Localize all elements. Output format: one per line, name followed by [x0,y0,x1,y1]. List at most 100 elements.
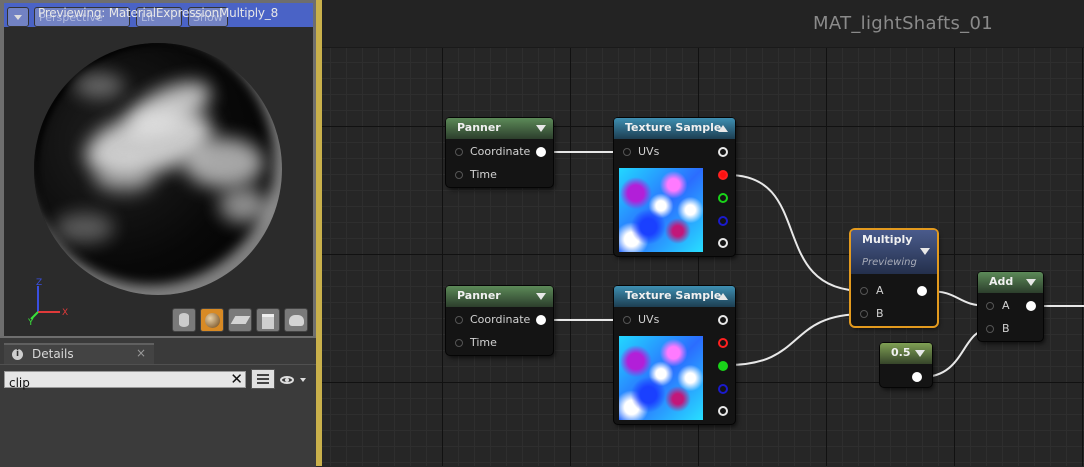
panner-node-header: Panner [446,286,553,307]
cylinder-preview-button[interactable] [172,308,196,332]
panner-node-header: Panner [446,118,553,139]
viewport-title-bar: Perspective Lit Show Previewing: Materia… [4,3,313,27]
pin-label: B [876,307,884,320]
output-pin[interactable] [536,315,546,325]
time-input-pin[interactable] [455,339,463,347]
cylinder-icon [179,313,189,327]
red-output-pin[interactable] [718,170,728,180]
wire-tex1-red-to-multiply-a [727,174,865,292]
constant-value: 0.5 [891,346,911,359]
constant-node-header: 0.5 [880,343,932,364]
rgb-output-pin[interactable] [718,315,728,325]
output-pin[interactable] [912,372,922,382]
preview-sphere [34,43,282,295]
a-input-pin[interactable] [860,287,868,295]
material-graph-canvas[interactable]: MAT_lightShafts_01 Panner Coordinate Tim… [316,0,1084,466]
b-input-pin[interactable] [986,325,994,333]
collapse-arrow-icon[interactable] [915,350,925,357]
details-body: ✕ [0,364,316,467]
a-input-pin[interactable] [986,302,994,310]
sphere-icon [205,313,220,328]
list-view-icon [257,374,269,384]
green-output-pin[interactable] [718,361,728,371]
blue-output-pin[interactable] [718,216,728,226]
view-options-button[interactable] [280,369,310,389]
red-output-pin[interactable] [718,338,728,348]
uvs-input-pin[interactable] [623,148,631,156]
pin-label: A [1002,299,1010,312]
panner-node-1[interactable]: Panner Coordinate Time [446,118,553,187]
texture-thumbnail [619,168,703,252]
uvs-input-pin[interactable] [623,316,631,324]
collapse-arrow-icon[interactable] [920,248,930,255]
texture-sample-node-2[interactable]: Texture Sample UVs [614,286,735,424]
details-tab-label: Details [32,347,74,361]
previewing-label: Previewing [862,257,917,268]
preview-viewport[interactable]: Perspective Lit Show Previewing: Materia… [0,0,316,338]
panner-node-2[interactable]: Panner Coordinate Time [446,286,553,355]
multiply-node[interactable]: Multiply Previewing A B [851,230,937,326]
viewport-canvas[interactable]: Perspective Lit Show Previewing: Materia… [4,3,313,336]
wire-tex2-green-to-multiply-b [727,313,865,366]
list-view-button[interactable] [251,369,275,389]
output-pin[interactable] [1026,301,1036,311]
plane-preview-button[interactable] [228,308,252,332]
details-search-input[interactable] [5,375,233,391]
viewport-title: Previewing: MaterialExpressionMultiply_8 [38,6,279,20]
alpha-output-pin[interactable] [718,238,728,248]
time-input-pin[interactable] [455,171,463,179]
coordinate-input-pin[interactable] [455,148,463,156]
pin-label: A [876,284,884,297]
axis-label-x: X [62,308,68,318]
collapse-arrow-icon[interactable] [1026,279,1036,286]
node-title: Panner [457,289,501,302]
green-output-pin[interactable] [718,193,728,203]
clear-search-button[interactable]: ✕ [230,370,243,388]
collapse-arrow-icon[interactable] [718,125,728,132]
cube-icon [262,314,274,329]
texture-sample-node-1[interactable]: Texture Sample UVs [614,118,735,256]
sphere-preview-button[interactable] [200,308,224,332]
constant-node[interactable]: 0.5 [880,343,932,387]
add-node[interactable]: Add A B [978,272,1043,341]
add-node-header: Add [978,272,1043,293]
texture-sample-node-header: Texture Sample [614,286,735,307]
node-title: Texture Sample [625,121,722,134]
plane-icon [230,316,251,324]
details-search-box: ✕ [4,370,246,391]
pin-label: Time [470,336,497,349]
node-title: Multiply [862,233,913,246]
texture-sample-node-header: Texture Sample [614,118,735,139]
cube-preview-button[interactable] [256,308,280,332]
close-tab-button[interactable]: × [136,346,146,360]
tab-details[interactable]: i Details × [4,343,154,364]
node-title: Add [989,275,1014,288]
node-title: Panner [457,121,501,134]
texture-thumbnail [619,336,703,420]
coordinate-input-pin[interactable] [455,316,463,324]
pin-label: UVs [638,313,660,326]
collapse-arrow-icon[interactable] [718,293,728,300]
blue-output-pin[interactable] [718,384,728,394]
pin-label: B [1002,322,1010,335]
b-input-pin[interactable] [860,310,868,318]
output-pin[interactable] [917,286,927,296]
node-title: Texture Sample [625,289,722,302]
axis-label-z: Z [36,278,42,288]
multiply-node-header: Multiply Previewing [851,230,937,274]
teapot-icon [289,315,304,326]
eye-icon [280,375,294,384]
viewport-options-button[interactable] [7,7,29,27]
axis-label-y: Y [27,318,34,326]
pin-label: Coordinate [470,313,531,326]
custom-mesh-preview-button[interactable] [284,308,308,332]
pin-label: UVs [638,145,660,158]
collapse-arrow-icon[interactable] [536,293,546,300]
collapse-arrow-icon[interactable] [536,125,546,132]
alpha-output-pin[interactable] [718,406,728,416]
details-panel: i Details × ✕ [0,338,316,467]
rgb-output-pin[interactable] [718,147,728,157]
axis-gizmo: Z X Y [27,278,68,326]
pin-label: Coordinate [470,145,531,158]
output-pin[interactable] [536,147,546,157]
